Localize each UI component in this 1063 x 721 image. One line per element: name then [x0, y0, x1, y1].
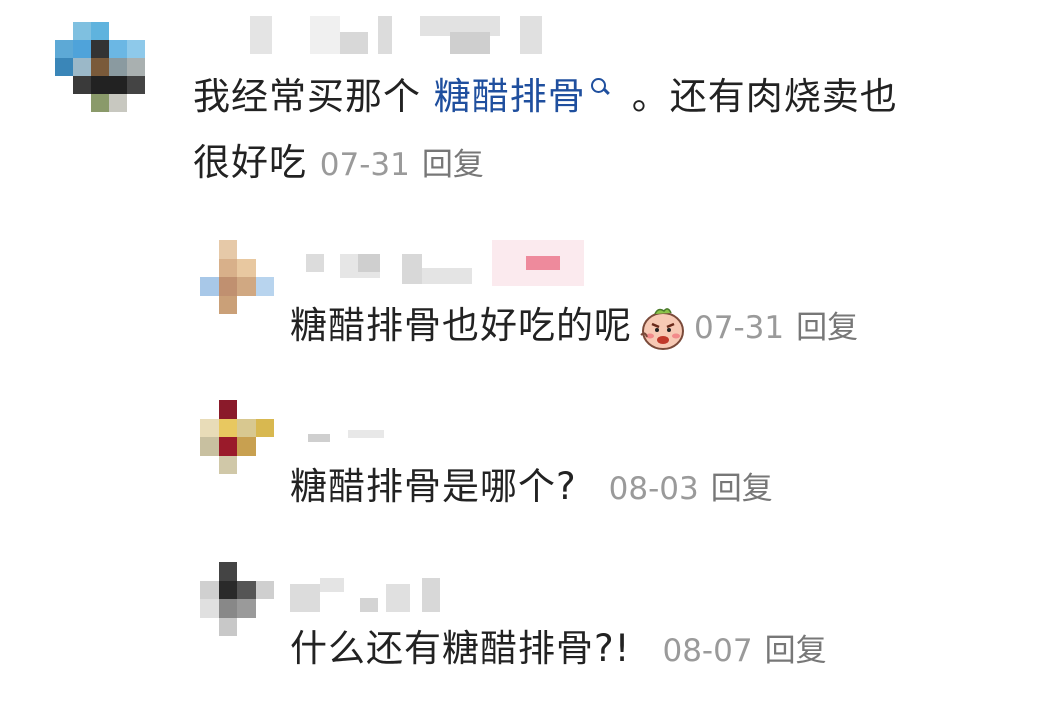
comment-text-part: 糖醋排骨是哪个? — [290, 465, 577, 508]
keyword-search-link[interactable]: 糖醋排骨 — [434, 75, 632, 118]
username-blurred[interactable] — [290, 578, 460, 612]
username-blurred[interactable] — [306, 240, 586, 286]
comment-text-part: 。还有肉烧卖也 — [631, 75, 898, 118]
comment-text: 什么还有糖醋排骨?! 08-07 回复 — [290, 624, 827, 676]
avatar[interactable] — [200, 562, 274, 636]
comment-text-part: 什么还有糖醋排骨?! — [290, 627, 631, 670]
comment-date: 07-31 — [694, 310, 785, 346]
search-icon — [590, 76, 610, 98]
reply-button[interactable]: 回复 — [796, 310, 858, 346]
username-blurred[interactable] — [250, 16, 550, 54]
comment-date: 08-03 — [608, 471, 699, 507]
avatar[interactable] — [200, 240, 274, 314]
reply-button[interactable]: 回复 — [422, 147, 484, 183]
reply-button[interactable]: 回复 — [711, 471, 773, 507]
keyword-link-label: 糖醋排骨 — [433, 75, 586, 118]
comment-text-part: 糖醋排骨也好吃的呢 — [290, 304, 632, 347]
comment-text-part: 我经常买那个 — [193, 75, 421, 118]
comment-date: 08-07 — [662, 633, 753, 669]
comment-text: 我经常买那个 糖醋排骨 。还有肉烧卖也 — [193, 72, 898, 122]
angry-face-emoji-icon — [638, 305, 686, 351]
comment-text: 糖醋排骨也好吃的呢 07-31 回复 — [290, 301, 858, 353]
username-blurred[interactable] — [308, 430, 388, 444]
comment-date: 07-31 — [319, 147, 410, 183]
comment-text-line2: 很好吃 07-31 回复 — [193, 138, 484, 190]
comment-text: 糖醋排骨是哪个? 08-03 回复 — [290, 462, 773, 514]
comment-text-part: 很好吃 — [193, 141, 307, 184]
reply-button[interactable]: 回复 — [765, 633, 827, 669]
avatar[interactable] — [200, 400, 274, 474]
avatar[interactable] — [55, 22, 163, 112]
